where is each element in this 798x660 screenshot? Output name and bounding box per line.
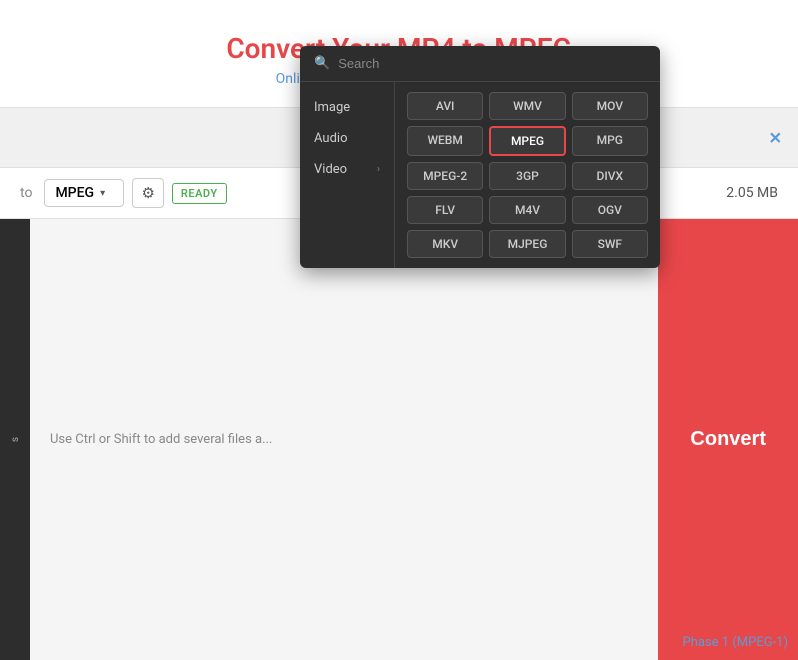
format-option[interactable]: MPEG-2 bbox=[407, 162, 483, 190]
format-option[interactable]: WEBM bbox=[407, 126, 483, 156]
files-area: Use Ctrl or Shift to add several files a… bbox=[30, 219, 658, 660]
format-option[interactable]: MPG bbox=[572, 126, 648, 156]
sidebar-label: s bbox=[10, 437, 21, 442]
close-icon[interactable]: ✕ bbox=[769, 128, 782, 147]
category-item[interactable]: Image bbox=[300, 92, 394, 123]
format-option[interactable]: MPEG bbox=[489, 126, 565, 156]
format-option[interactable]: FLV bbox=[407, 196, 483, 224]
formats-grid: AVIWMVMOV WEBMMPEGMPG MPEG-23GPDIVX FLVM4VO… bbox=[395, 82, 660, 268]
format-option[interactable]: 3GP bbox=[489, 162, 565, 190]
format-dropdown[interactable]: MPEG ▾ bbox=[44, 179, 124, 207]
format-option[interactable]: OGV bbox=[572, 196, 648, 224]
chevron-right-icon: › bbox=[377, 164, 380, 175]
format-dropdown-panel: 🔍 Image Audio Video › AVIWMVMOV WEBMMPEGMPG M… bbox=[300, 46, 660, 268]
format-option[interactable]: MOV bbox=[572, 92, 648, 120]
category-label: Audio bbox=[314, 131, 347, 146]
category-list: Image Audio Video › bbox=[300, 82, 395, 268]
format-option[interactable]: AVI bbox=[407, 92, 483, 120]
main-area: s Use Ctrl or Shift to add several files… bbox=[0, 219, 798, 660]
file-size: 2.05 MB bbox=[726, 185, 778, 201]
convert-button[interactable]: Convert bbox=[658, 219, 798, 660]
format-option[interactable]: MJPEG bbox=[489, 230, 565, 258]
format-option[interactable]: MKV bbox=[407, 230, 483, 258]
format-option[interactable]: SWF bbox=[572, 230, 648, 258]
sidebar-strip: s bbox=[0, 219, 30, 660]
format-option[interactable]: M4V bbox=[489, 196, 565, 224]
to-label: to bbox=[20, 185, 32, 201]
dropdown-search-bar: 🔍 bbox=[300, 46, 660, 82]
format-option[interactable]: WMV bbox=[489, 92, 565, 120]
selected-format-label: MPEG bbox=[55, 185, 94, 201]
search-input[interactable] bbox=[338, 56, 646, 71]
category-label: Image bbox=[314, 100, 350, 115]
format-option[interactable]: DIVX bbox=[572, 162, 648, 190]
phase-label: Phase 1 (MPEG-1) bbox=[683, 635, 788, 650]
drop-instruction: Use Ctrl or Shift to add several files a… bbox=[50, 432, 272, 447]
gear-button[interactable]: ⚙ bbox=[132, 178, 163, 208]
category-label: Video bbox=[314, 162, 347, 177]
category-item[interactable]: Audio bbox=[300, 123, 394, 154]
search-icon: 🔍 bbox=[314, 56, 330, 71]
gear-icon: ⚙ bbox=[141, 184, 154, 202]
category-item[interactable]: Video › bbox=[300, 154, 394, 185]
ready-badge: READY bbox=[172, 183, 227, 204]
chevron-down-icon: ▾ bbox=[100, 188, 105, 199]
dropdown-body: Image Audio Video › AVIWMVMOV WEBMMPEGMPG MPE… bbox=[300, 82, 660, 268]
